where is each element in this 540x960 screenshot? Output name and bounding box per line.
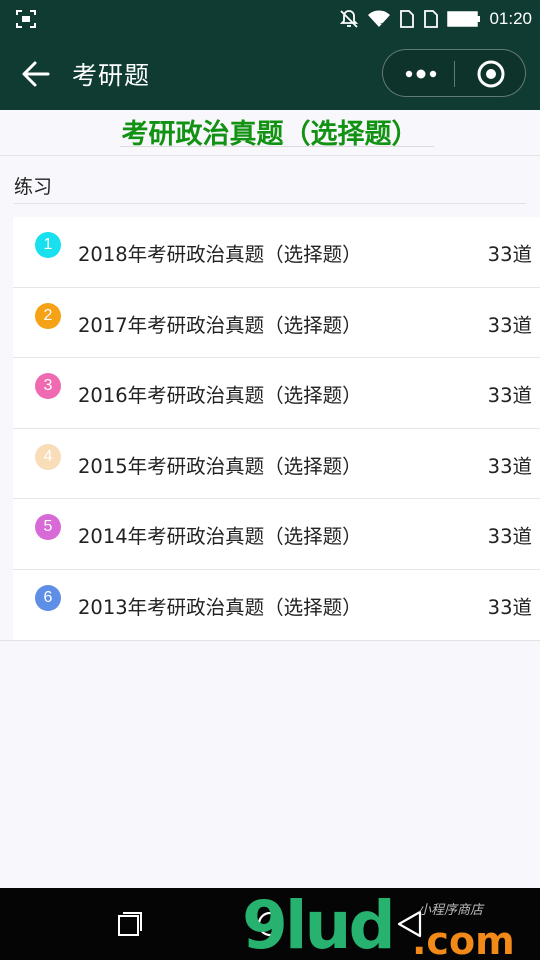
wifi-icon: ?	[368, 10, 391, 29]
index-badge: 2	[35, 302, 61, 329]
exam-title: 2017年考研政治真题（选择题）	[78, 313, 362, 337]
recent-apps-icon[interactable]	[117, 911, 143, 937]
exam-row-2017[interactable]: 2 2017年考研政治真题（选择题） 33道	[13, 288, 540, 358]
capsule-divider	[454, 61, 455, 87]
section-divider	[14, 203, 526, 204]
exam-title: 2018年考研政治真题（选择题）	[78, 243, 362, 266]
exam-title: 2015年考研政治真题（选择题）	[78, 454, 362, 478]
list-bottom-divider	[0, 640, 540, 641]
exam-title: 2013年考研政治真题（选择题）	[78, 595, 362, 619]
question-count: 33道	[487, 384, 532, 407]
index-badge: 6	[35, 584, 61, 611]
mini-program-capsule	[382, 49, 526, 97]
question-count: 33道	[487, 313, 532, 337]
svg-text:?: ?	[380, 22, 384, 29]
exam-row-2014[interactable]: 5 2014年考研政治真题（选择题） 33道	[13, 499, 540, 570]
exam-title: 2016年考研政治真题（选择题）	[78, 384, 362, 407]
question-count: 33道	[487, 243, 532, 266]
back-arrow-icon[interactable]	[20, 58, 52, 90]
sim1-icon	[400, 10, 415, 28]
nav-bar: 考研题	[0, 38, 540, 110]
index-badge: 1	[35, 232, 61, 258]
exam-row-2013[interactable]: 6 2013年考研政治真题（选择题） 33道	[13, 570, 540, 641]
close-target-icon[interactable]	[475, 58, 507, 90]
question-count: 33道	[487, 525, 532, 548]
question-count: 33道	[487, 595, 532, 619]
status-bar: ? 01:20	[0, 0, 540, 38]
header-divider	[0, 155, 540, 156]
section-label: 练习	[14, 176, 53, 198]
scan-icon	[16, 10, 36, 28]
mute-bell-icon	[340, 10, 359, 28]
question-count: 33道	[487, 454, 532, 478]
index-badge: 4	[35, 443, 61, 470]
watermark-logo: 9lud .com 小程序商店	[242, 890, 515, 960]
index-badge: 3	[35, 373, 61, 399]
exam-row-2016[interactable]: 3 2016年考研政治真题（选择题） 33道	[13, 358, 540, 429]
index-badge: 5	[35, 514, 61, 540]
more-dots-icon[interactable]	[397, 56, 447, 92]
exam-title: 2014年考研政治真题（选择题）	[78, 525, 362, 548]
status-time: 01:20	[489, 9, 532, 28]
svg-text:9lud: 9lud	[242, 890, 393, 960]
sim2-icon	[424, 10, 439, 28]
nav-title: 考研题	[72, 61, 151, 90]
exam-list: 1 2018年考研政治真题（选择题） 33道 2 2017年考研政治真题（选择题…	[13, 217, 540, 640]
svg-text:.com: .com	[412, 919, 515, 960]
svg-text:小程序商店: 小程序商店	[418, 903, 485, 918]
title-underline	[120, 146, 434, 147]
exam-row-2015[interactable]: 4 2015年考研政治真题（选择题） 33道	[13, 429, 540, 499]
exam-row-2018[interactable]: 1 2018年考研政治真题（选择题） 33道	[13, 217, 540, 288]
battery-icon	[447, 11, 481, 27]
